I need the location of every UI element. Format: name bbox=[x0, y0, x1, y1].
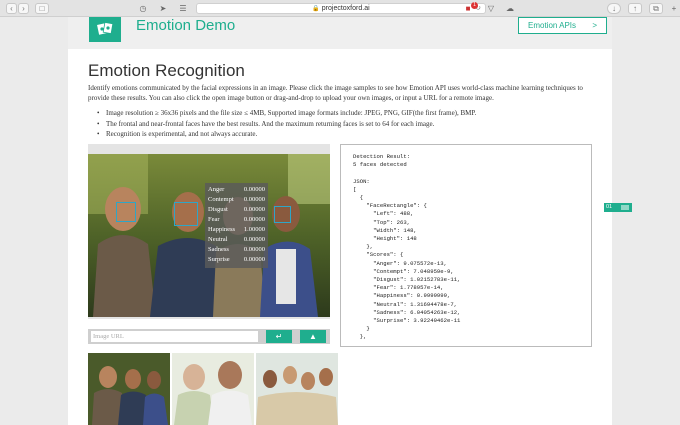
score-row: Happiness 1.00000 bbox=[208, 225, 265, 235]
page: Emotion Demo Emotion APIs > Emotion Reco… bbox=[68, 17, 612, 425]
list-item: Image resolution ≥ 36x36 pixels and the … bbox=[97, 108, 586, 119]
detection-result-json: Detection Result: 5 faces detected JSON:… bbox=[353, 153, 461, 341]
image-url-input[interactable] bbox=[91, 331, 258, 342]
side-tab[interactable]: 01 bbox=[604, 203, 632, 212]
cursor-icon[interactable]: ➤ bbox=[157, 3, 169, 14]
submit-url-button[interactable]: ↵ bbox=[266, 330, 292, 343]
page-title: Emotion Recognition bbox=[88, 61, 245, 80]
emotion-scores-tooltip: Anger 0.00000 Contempt 0.00000 Disgust 0.00… bbox=[205, 183, 268, 268]
sample-thumbnail[interactable] bbox=[172, 353, 254, 425]
score-value: 0.00000 bbox=[243, 196, 265, 203]
emotion-apis-button[interactable]: Emotion APIs > bbox=[518, 17, 607, 34]
score-row: Disgust 0.00000 bbox=[208, 205, 265, 215]
share-icon[interactable]: ↑ bbox=[628, 3, 642, 14]
score-label: Fear bbox=[208, 216, 220, 223]
face-rectangle[interactable] bbox=[274, 206, 291, 223]
adblock-badge: 1 bbox=[471, 2, 478, 9]
score-value: 1.00000 bbox=[243, 226, 265, 233]
thumbnail-image bbox=[172, 353, 254, 425]
emotion-logo-icon bbox=[97, 22, 113, 35]
score-value: 0.00000 bbox=[243, 186, 265, 193]
score-value: 0.00000 bbox=[243, 256, 265, 263]
pocket-icon[interactable]: ▽ bbox=[485, 3, 497, 14]
url-label: projectoxford.ai bbox=[321, 5, 370, 12]
score-label: Anger bbox=[208, 186, 225, 193]
sample-image-panel: Anger 0.00000 Contempt 0.00000 Disgust 0.00… bbox=[88, 144, 330, 319]
cloud-icon[interactable]: ☁ bbox=[504, 3, 516, 14]
score-label: Sadness bbox=[208, 246, 229, 253]
back-icon[interactable]: ‹ bbox=[6, 3, 17, 14]
score-label: Happiness bbox=[208, 226, 236, 233]
score-label: Disgust bbox=[208, 206, 228, 213]
score-row: Sadness 0.00000 bbox=[208, 245, 265, 255]
score-row: Anger 0.00000 bbox=[208, 185, 265, 195]
logo[interactable] bbox=[89, 17, 121, 42]
site-header: Emotion Demo Emotion APIs > bbox=[68, 17, 612, 49]
sidebar-icon[interactable]: □ bbox=[35, 3, 49, 14]
folder-open-icon: ▲ bbox=[309, 332, 317, 341]
list-item: Recognition is experimental, and not alw… bbox=[97, 129, 586, 140]
address-bar[interactable]: 🔒 projectoxford.ai ↻ bbox=[196, 3, 486, 14]
forward-icon[interactable]: › bbox=[18, 3, 29, 14]
thumbnail-image bbox=[256, 353, 338, 425]
score-row: Fear 0.00000 bbox=[208, 215, 265, 225]
requirements-list: Image resolution ≥ 36x36 pixels and the … bbox=[97, 108, 586, 140]
score-row: Contempt 0.00000 bbox=[208, 195, 265, 205]
reader-icon[interactable]: ☰ bbox=[177, 3, 189, 14]
detection-result-panel[interactable]: Detection Result: 5 faces detected JSON:… bbox=[340, 144, 592, 347]
enter-icon: ↵ bbox=[275, 332, 283, 341]
list-item: The frontal and near-frontal faces have … bbox=[97, 119, 586, 130]
score-value: 0.00000 bbox=[243, 216, 265, 223]
score-value: 0.00000 bbox=[243, 246, 265, 253]
image-url-bar: ↵ ▲ bbox=[88, 329, 330, 344]
face-rectangle[interactable] bbox=[174, 202, 198, 226]
chevron-right-icon: > bbox=[592, 21, 597, 30]
new-tab-icon[interactable]: + bbox=[668, 3, 680, 14]
browser-toolbar: ‹ › □ ◷ ➤ ☰ 🔒 projectoxford.ai ↻ ■ 1 ▽ ☁… bbox=[0, 0, 680, 17]
url-text: 🔒 projectoxford.ai bbox=[197, 4, 485, 14]
thumbnail-image bbox=[88, 353, 170, 425]
score-row: Surprise 0.00000 bbox=[208, 255, 265, 265]
score-label: Surprise bbox=[208, 256, 230, 263]
sample-thumbnail[interactable] bbox=[88, 353, 170, 425]
sample-thumbnail[interactable] bbox=[256, 353, 338, 425]
score-value: 0.00000 bbox=[243, 206, 265, 213]
download-icon[interactable]: ↓ bbox=[607, 3, 621, 14]
side-tab-label: 01 bbox=[606, 204, 613, 210]
group-photo[interactable]: Anger 0.00000 Contempt 0.00000 Disgust 0.00… bbox=[88, 154, 330, 317]
page-description: Identify emotions communicated by the fa… bbox=[88, 84, 583, 102]
score-label: Neutral bbox=[208, 236, 228, 243]
tabs-icon[interactable]: ⧉ bbox=[649, 3, 663, 14]
face-rectangle[interactable] bbox=[116, 202, 136, 222]
score-value: 0.00000 bbox=[243, 236, 265, 243]
score-label: Contempt bbox=[208, 196, 234, 203]
score-row: Neutral 0.00000 bbox=[208, 235, 265, 245]
open-image-button[interactable]: ▲ bbox=[300, 330, 326, 343]
lock-icon: 🔒 bbox=[312, 6, 320, 12]
emotion-apis-label: Emotion APIs bbox=[528, 21, 577, 30]
brand-title[interactable]: Emotion Demo bbox=[136, 17, 235, 35]
menu-icon bbox=[621, 205, 629, 210]
history-icon[interactable]: ◷ bbox=[137, 3, 149, 14]
